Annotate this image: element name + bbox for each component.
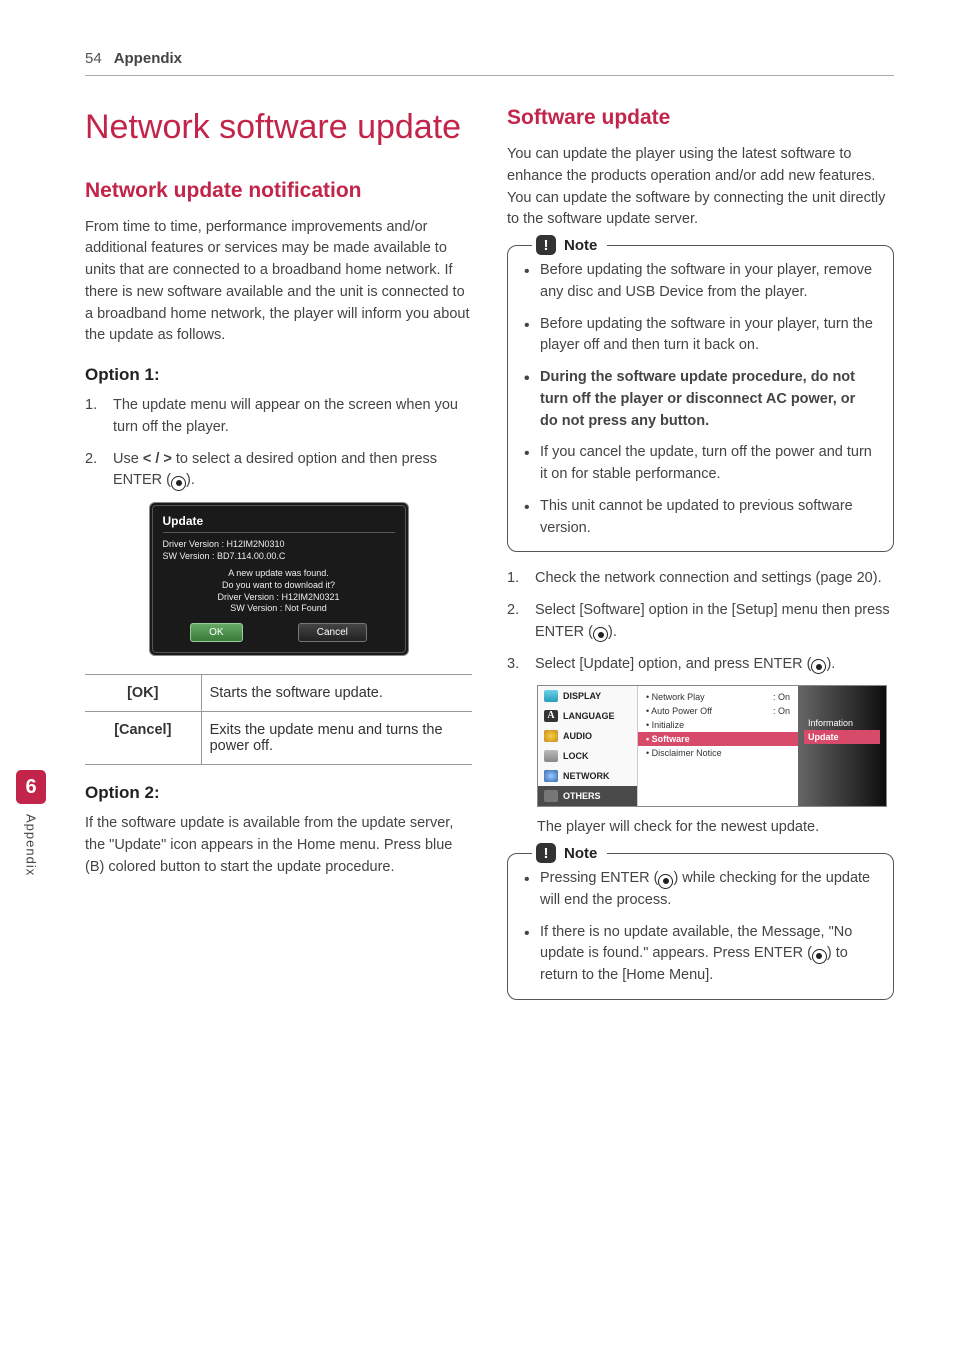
enter-icon <box>593 627 608 642</box>
note1-item-4: If you cancel the update, turn off the p… <box>524 442 877 486</box>
note1-item-5: This unit cannot be updated to previous … <box>524 496 877 540</box>
ss-msg-4: SW Version : Not Found <box>163 603 395 615</box>
mid-disclaimer: Disclaimer Notice <box>646 746 790 760</box>
header-rule <box>85 75 894 76</box>
side-chapter-label: Appendix <box>24 814 39 876</box>
sub-information: Information <box>804 716 880 730</box>
tbl-ok-key: [OK] <box>85 675 201 712</box>
sub-update: Update <box>804 730 880 744</box>
su-step-1: Check the network connection and setting… <box>507 568 894 590</box>
option2-paragraph: If the software update is available from… <box>85 813 472 878</box>
page-header: 54 Appendix <box>85 50 894 67</box>
player-check-caption: The player will check for the newest upd… <box>537 817 894 839</box>
su-step-3: Select [Update] option, and press ENTER … <box>507 654 894 676</box>
ss-ok-button: OK <box>190 623 242 642</box>
note-label: Note <box>564 845 597 862</box>
note2-item-2: If there is no update available, the Mes… <box>524 922 877 987</box>
header-section: Appendix <box>114 50 182 67</box>
note-icon: ! <box>536 843 556 863</box>
right-column: Software update You can update the playe… <box>507 106 894 1016</box>
ss-title: Update <box>163 514 395 528</box>
tbl-ok-val: Starts the software update. <box>201 675 472 712</box>
update-dialog-screenshot: Update Driver Version : H12IM2N0310 SW V… <box>149 502 409 656</box>
ss-msg-2: Do you want to download it? <box>163 580 395 592</box>
note1-item-2: Before updating the software in your pla… <box>524 314 877 358</box>
side-tab: 6 Appendix <box>16 770 46 876</box>
menu-others: OTHERS <box>538 786 637 806</box>
tbl-cancel-val: Exits the update menu and turns the powe… <box>201 712 472 765</box>
mid-networkplay: Network Play: On <box>646 690 790 704</box>
note1-item-3: During the software update procedure, do… <box>524 367 877 432</box>
enter-icon <box>812 949 827 964</box>
enter-icon <box>171 476 186 491</box>
ss-driver-ver: Driver Version : H12IM2N0310 <box>163 539 395 551</box>
option2-heading: Option 2: <box>85 783 472 803</box>
note2-item-1: Pressing ENTER () while checking for the… <box>524 868 877 912</box>
su-step-2: Select [Software] option in the [Setup] … <box>507 600 894 644</box>
option1-heading: Option 1: <box>85 365 472 385</box>
mid-initialize: Initialize <box>646 718 790 732</box>
ss-cancel-button: Cancel <box>298 623 367 642</box>
software-update-steps: Check the network connection and setting… <box>507 568 894 675</box>
side-chapter-num: 6 <box>16 770 46 804</box>
tbl-cancel-key: [Cancel] <box>85 712 201 765</box>
menu-lock: LOCK <box>538 746 637 766</box>
setup-menu-screenshot: DISPLAY ALANGUAGE AUDIO LOCK NETWORK OTH… <box>537 685 887 807</box>
section-software-update: Software update <box>507 106 894 130</box>
section-network-notification: Network update notification <box>85 179 472 203</box>
enter-icon <box>658 874 673 889</box>
menu-network: NETWORK <box>538 766 637 786</box>
ss-msg-3: Driver Version : H12IM2N0321 <box>163 592 395 604</box>
option1-step-2: Use < / > to select a desired option and… <box>85 449 472 493</box>
intro-paragraph: From time to time, performance improveme… <box>85 217 472 348</box>
option1-step-1: The update menu will appear on the scree… <box>85 395 472 439</box>
menu-audio: AUDIO <box>538 726 637 746</box>
note-box-1: ! Note Before updating the software in y… <box>507 245 894 552</box>
ss-sw-ver: SW Version : BD7.114.00.00.C <box>163 551 395 563</box>
left-column: Network software update Network update n… <box>85 106 472 1016</box>
enter-icon <box>811 659 826 674</box>
option-table: [OK] Starts the software update. [Cancel… <box>85 674 472 765</box>
menu-language: ALANGUAGE <box>538 706 637 726</box>
note-label: Note <box>564 237 597 254</box>
menu-display: DISPLAY <box>538 686 637 706</box>
mid-software: Software <box>638 732 798 746</box>
note-box-2: ! Note Pressing ENTER () while checking … <box>507 853 894 1000</box>
page-title: Network software update <box>85 106 472 149</box>
mid-autopower: Auto Power Off: On <box>646 704 790 718</box>
option1-steps: The update menu will appear on the scree… <box>85 395 472 492</box>
note1-item-1: Before updating the software in your pla… <box>524 260 877 304</box>
page-number: 54 <box>85 50 102 67</box>
note-icon: ! <box>536 235 556 255</box>
ss-msg-1: A new update was found. <box>163 568 395 580</box>
software-update-intro: You can update the player using the late… <box>507 144 894 231</box>
